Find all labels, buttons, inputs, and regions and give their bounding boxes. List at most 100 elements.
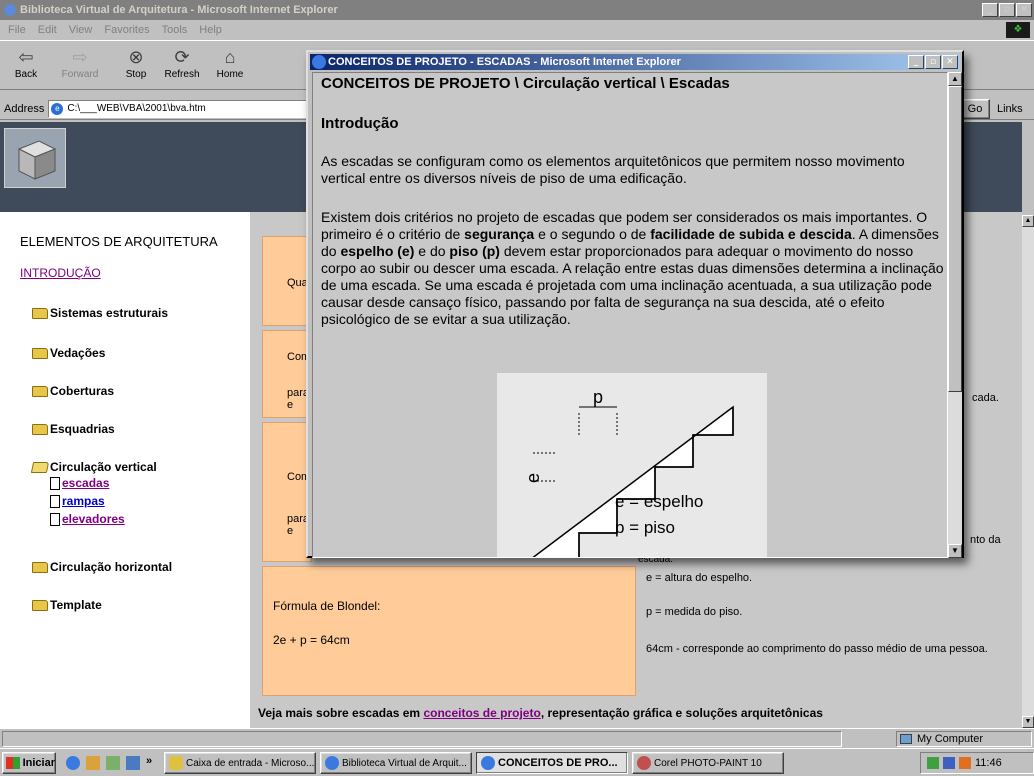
- section-heading: Introdução: [321, 115, 399, 132]
- folder-icon: [32, 385, 48, 397]
- menu-help[interactable]: Help: [199, 24, 222, 36]
- address-label: Address: [4, 102, 45, 115]
- task-caixa-de-entrada[interactable]: Caixa de entrada - Microso...: [164, 752, 316, 774]
- blondel-label: Fórmula de Blondel:: [273, 599, 381, 613]
- outlook-icon: [169, 756, 183, 770]
- links-button[interactable]: Links: [993, 99, 1034, 119]
- status-text: [2, 730, 842, 747]
- menu-edit[interactable]: Edit: [38, 24, 57, 36]
- home-icon: ⌂: [224, 47, 236, 67]
- back-arrow-icon: ⇦: [18, 47, 34, 67]
- page-scrollbar[interactable]: ▲ ▼: [1022, 215, 1034, 728]
- popup-scroll-thumb[interactable]: [948, 86, 962, 392]
- sidebar-subitem-escadas[interactable]: escadas: [50, 476, 109, 490]
- popup-maximize-button[interactable]: ▫: [925, 55, 941, 69]
- quicklaunch-media-icon[interactable]: [126, 756, 140, 770]
- document-icon: [50, 476, 60, 490]
- open-folder-icon: [30, 461, 50, 473]
- blondel-cell: Fórmula de Blondel: 2e + p = 64cm: [262, 566, 636, 696]
- popup-scroll-up-arrow[interactable]: ▲: [948, 72, 962, 86]
- legend-p: p = piso: [615, 518, 675, 537]
- quicklaunch-ie-icon[interactable]: [66, 756, 80, 770]
- tray-app-icon[interactable]: [959, 757, 971, 769]
- task-corel-photo-paint[interactable]: Corel PHOTO-PAINT 10: [632, 752, 784, 774]
- cm-definition: 64cm - corresponde ao comprimento do pas…: [646, 643, 988, 655]
- folder-icon: [32, 307, 48, 319]
- task-conceitos-de-projeto[interactable]: CONCEITOS DE PRO...: [476, 752, 628, 774]
- corel-icon: [637, 756, 651, 770]
- menu-file[interactable]: File: [8, 24, 26, 36]
- task-biblioteca-virtual[interactable]: Biblioteca Virtual de Arquit...: [320, 752, 472, 774]
- page-icon: e: [51, 102, 64, 115]
- address-input[interactable]: e C:\___WEB\VBA\2001\bva.htm: [48, 99, 329, 118]
- scroll-down-arrow[interactable]: ▼: [1022, 716, 1034, 728]
- ie-icon: [325, 756, 339, 770]
- blondel-formula: 2e + p = 64cm: [273, 633, 350, 647]
- popup-scrollbar[interactable]: ▲ ▼: [948, 72, 962, 558]
- quicklaunch-more[interactable]: »: [146, 755, 152, 767]
- menu-favorites[interactable]: Favorites: [104, 24, 149, 36]
- menu-tools[interactable]: Tools: [162, 24, 188, 36]
- scroll-up-arrow[interactable]: ▲: [1022, 215, 1034, 227]
- maximize-button[interactable]: ▫: [999, 3, 1015, 17]
- legend-e: e = espelho: [615, 492, 703, 511]
- main-window-title: Biblioteca Virtual de Arquitetura - Micr…: [20, 4, 338, 16]
- security-zone: My Computer: [896, 731, 1032, 747]
- sidebar-subitem-elevadores[interactable]: elevadores: [50, 512, 125, 526]
- e-label: e: [523, 473, 543, 483]
- computer-icon: [900, 734, 912, 744]
- start-button[interactable]: Iniciar: [2, 752, 56, 774]
- back-button[interactable]: ⇦ Back: [6, 45, 46, 80]
- menu-bar: File Edit View Favorites Tools Help: [0, 20, 1034, 40]
- definitions-cell: e = altura do espelho. p = medida do pis…: [638, 566, 1018, 696]
- see-more-line: Veja mais sobre escadas em conceitos de …: [258, 706, 823, 720]
- ie-icon: [481, 756, 495, 770]
- sidebar-item-sistemas-estruturais[interactable]: Sistemas estruturais: [32, 306, 168, 320]
- e-definition: e = altura do espelho.: [646, 572, 753, 584]
- minimize-button[interactable]: _: [982, 3, 998, 17]
- sidebar-item-circulacao-horizontal[interactable]: Circulação horizontal: [32, 560, 172, 574]
- conceitos-de-projeto-link[interactable]: conceitos de projeto: [423, 706, 540, 720]
- popup-scroll-down-arrow[interactable]: ▼: [948, 544, 962, 558]
- home-button[interactable]: ⌂ Home: [210, 45, 250, 80]
- folder-icon: [32, 599, 48, 611]
- system-tray: 11:46: [920, 752, 1034, 774]
- taskbar: Iniciar » Caixa de entrada - Microso... …: [0, 748, 1034, 776]
- stop-button[interactable]: ⊗ Stop: [116, 45, 156, 80]
- volume-icon[interactable]: [943, 757, 955, 769]
- popup-titlebar[interactable]: CONCEITOS DE PROJETO - ESCADAS - Microso…: [310, 54, 960, 70]
- sidebar-subitem-rampas[interactable]: rampas: [50, 494, 105, 508]
- table-cell: cada.: [972, 392, 999, 404]
- sidebar-item-esquadrias[interactable]: Esquadrias: [32, 422, 115, 436]
- popup-close-button[interactable]: ✕: [942, 55, 958, 69]
- refresh-button[interactable]: ⟳ Refresh: [162, 45, 202, 80]
- paragraph-criteria: Existem dois critérios no projeto de esc…: [321, 209, 944, 327]
- quicklaunch-outlook-icon[interactable]: [106, 756, 120, 770]
- sidebar-item-circulacao-vertical[interactable]: Circulação vertical: [30, 460, 157, 474]
- network-icon[interactable]: [927, 757, 939, 769]
- table-cell: Comp para e: [262, 422, 316, 562]
- menu-view[interactable]: View: [69, 24, 93, 36]
- sidebar-intro-link[interactable]: INTRODUÇÃO: [20, 266, 101, 280]
- forward-arrow-icon: ⇨: [72, 47, 88, 67]
- sidebar-heading: ELEMENTOS DE ARQUITETURA: [20, 234, 218, 249]
- main-window-titlebar[interactable]: Biblioteca Virtual de Arquitetura - Micr…: [0, 0, 1034, 20]
- forward-button[interactable]: ⇨ Forward: [60, 45, 100, 80]
- folder-icon: [32, 347, 48, 359]
- refresh-icon: ⟳: [174, 47, 190, 67]
- popup-minimize-button[interactable]: _: [908, 55, 924, 69]
- status-bar: My Computer: [0, 728, 1034, 748]
- table-cell: Quant: [262, 236, 317, 326]
- sidebar-item-template[interactable]: Template: [32, 598, 102, 612]
- ie-icon: [4, 4, 16, 16]
- folder-icon: [32, 561, 48, 573]
- go-button[interactable]: Go: [960, 99, 990, 119]
- quicklaunch-desktop-icon[interactable]: [86, 756, 100, 770]
- ie-icon: [312, 55, 326, 69]
- document-icon: [50, 512, 60, 526]
- paragraph-intro: As escadas se configuram como os element…: [321, 153, 905, 186]
- sidebar-item-vedacoes[interactable]: Vedações: [32, 346, 105, 360]
- sidebar-item-coberturas[interactable]: Coberturas: [32, 384, 114, 398]
- page-title: CONCEITOS DE PROJETO \ Circulação vertic…: [321, 75, 730, 92]
- close-button[interactable]: ✕: [1016, 3, 1032, 17]
